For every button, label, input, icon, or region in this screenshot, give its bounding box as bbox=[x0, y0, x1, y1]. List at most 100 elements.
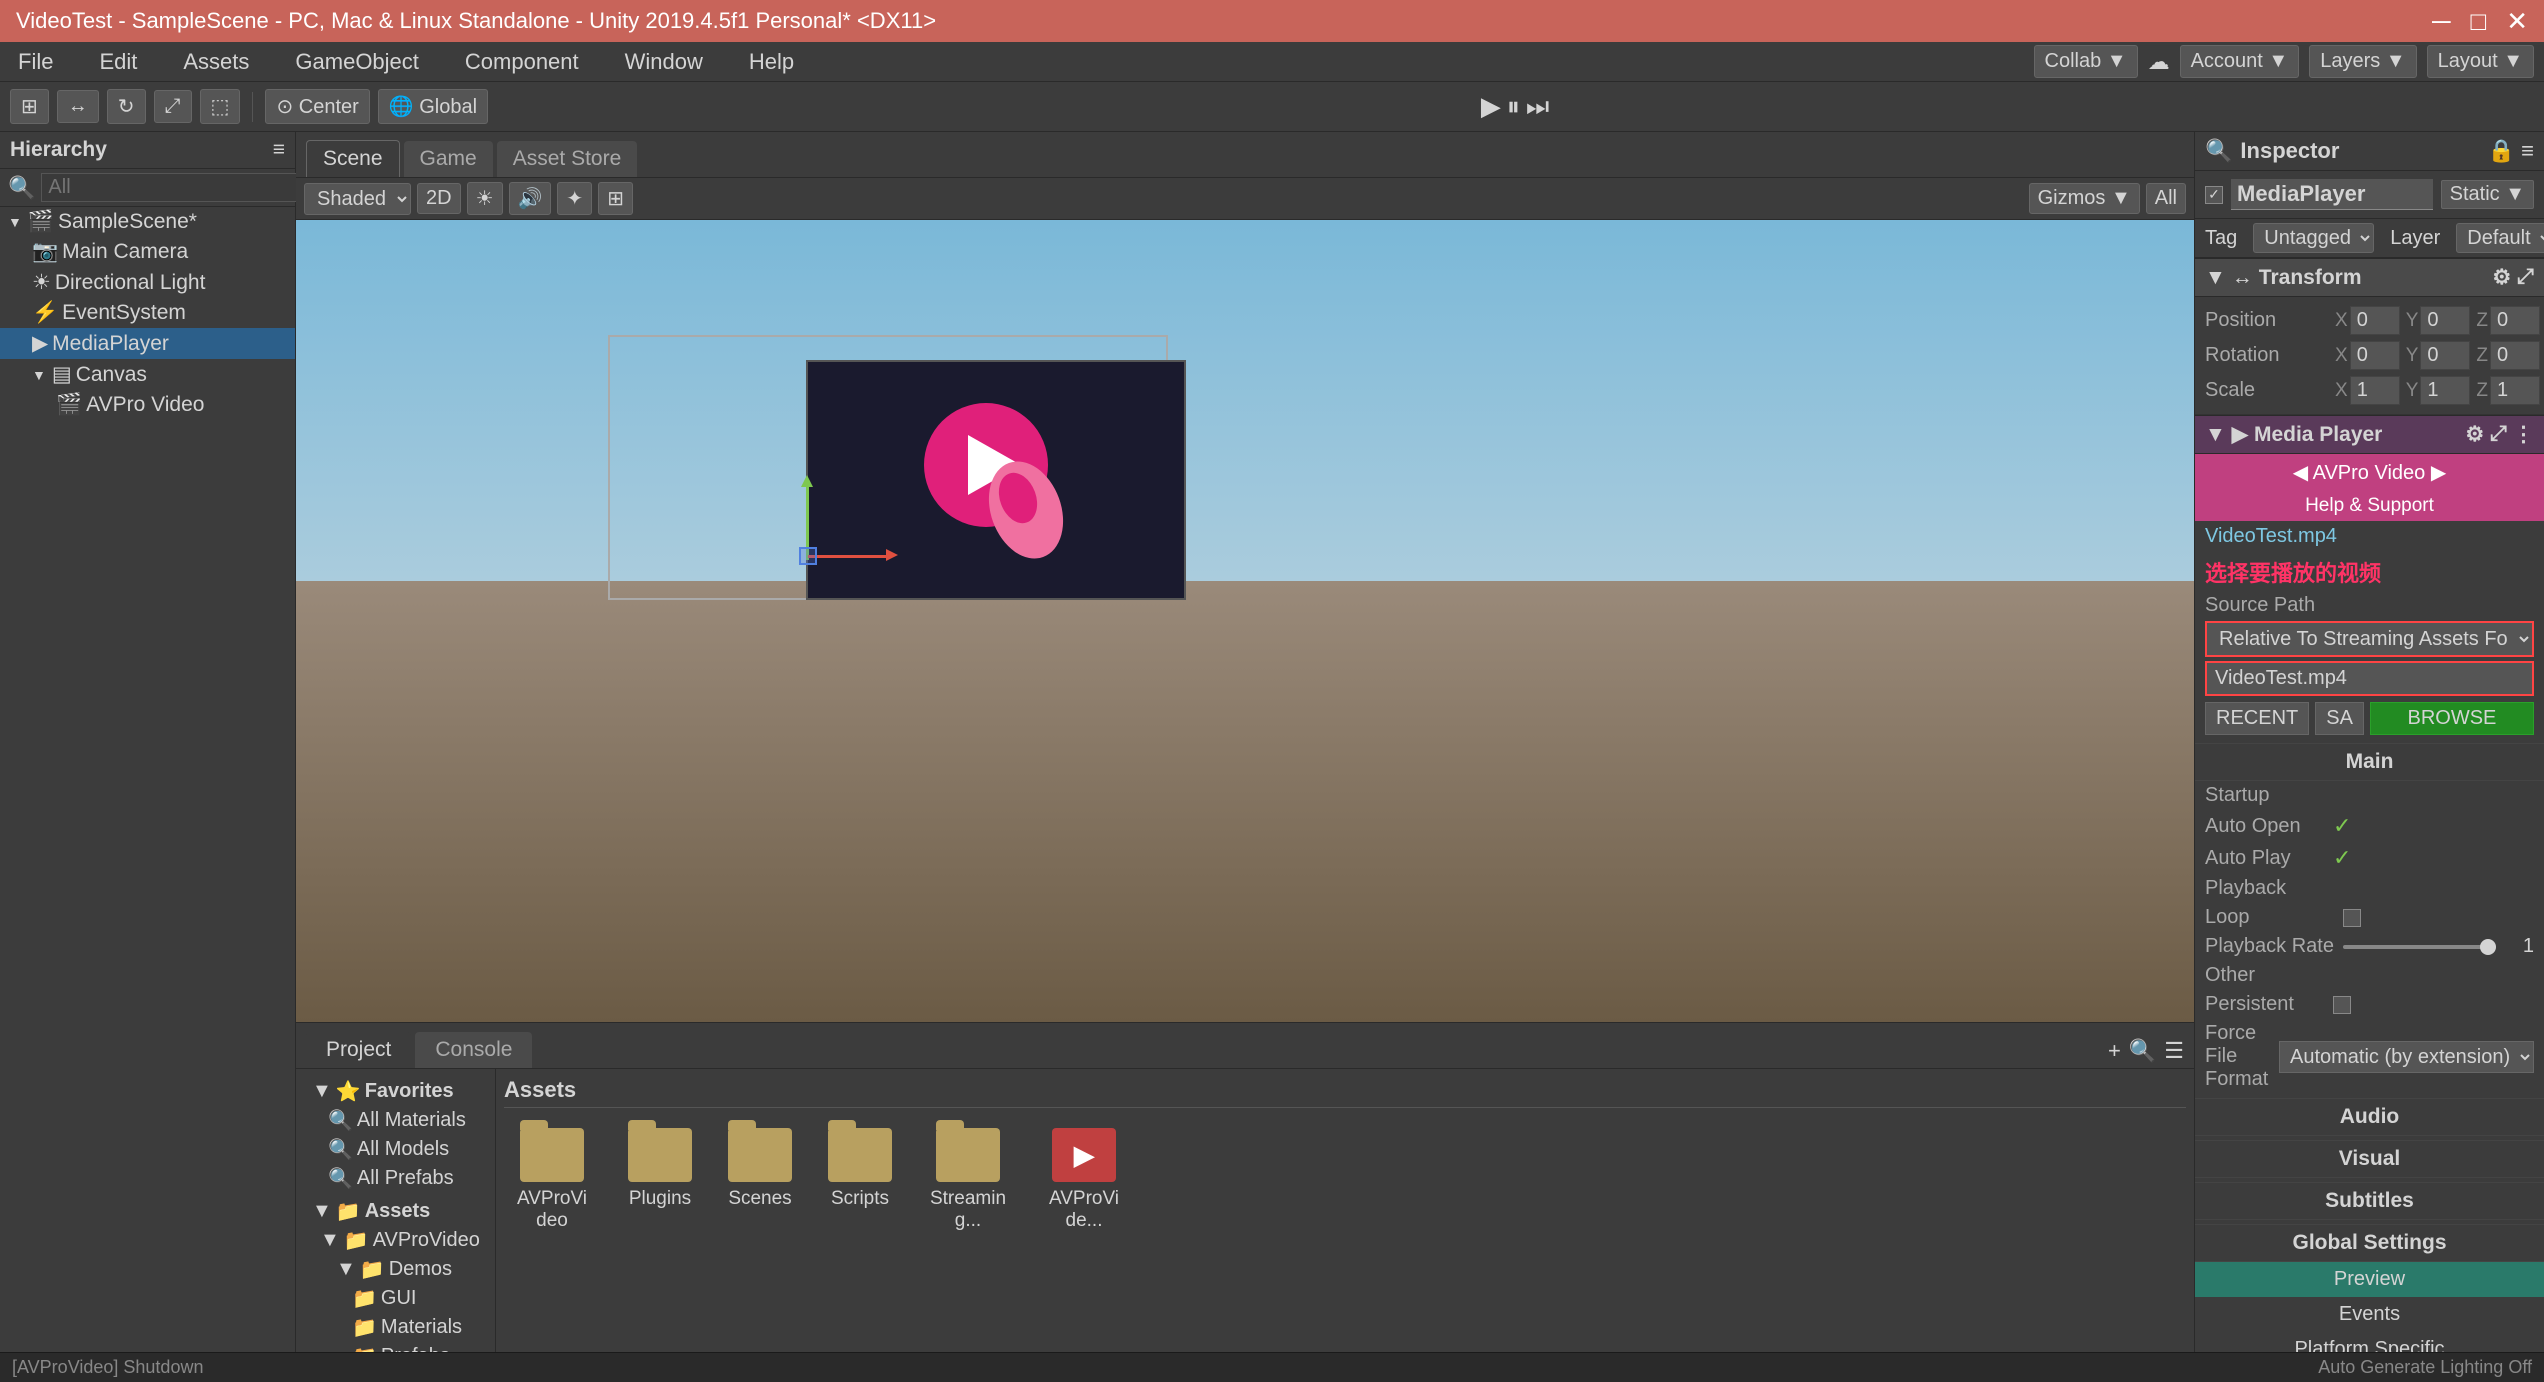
transform-component-header[interactable]: ▼ ↔ Transform ⚙ ⤢ bbox=[2195, 258, 2544, 297]
project-materials[interactable]: 📁Materials bbox=[304, 1313, 487, 1342]
gameobject-name[interactable]: MediaPlayer bbox=[2231, 179, 2433, 210]
grid-button[interactable]: ⊞ bbox=[598, 182, 633, 215]
hierarchy-item-samplescene[interactable]: ▼ 🎬 SampleScene* bbox=[0, 207, 295, 237]
project-assets-root[interactable]: ▼📁Assets bbox=[304, 1197, 487, 1226]
playback-rate-slider[interactable] bbox=[2343, 945, 2496, 949]
asset-avprovideo[interactable]: AVProVideo bbox=[504, 1120, 600, 1240]
transform-expand-btn[interactable]: ⤢ bbox=[2517, 265, 2534, 290]
search-scene-button[interactable]: All bbox=[2146, 183, 2186, 214]
project-prefabs[interactable]: 📁Prefabs bbox=[304, 1342, 487, 1352]
tab-project[interactable]: Project bbox=[306, 1032, 411, 1068]
inspector-lock-icon[interactable]: 🔒 bbox=[2488, 138, 2515, 164]
pause-button[interactable]: ⏸ bbox=[1507, 91, 1520, 123]
scene-viewport[interactable] bbox=[296, 220, 2194, 1022]
project-all-materials[interactable]: 🔍All Materials bbox=[304, 1106, 487, 1135]
menu-assets[interactable]: Assets bbox=[175, 45, 257, 79]
maximize-icon[interactable]: □ bbox=[2470, 6, 2486, 37]
minimize-icon[interactable]: ─ bbox=[2432, 6, 2450, 37]
transform-cog-icon[interactable]: ⚙ bbox=[2492, 265, 2511, 290]
persistent-checkbox[interactable] bbox=[2333, 996, 2351, 1014]
project-all-prefabs[interactable]: 🔍All Prefabs bbox=[304, 1164, 487, 1193]
asset-avprovide-file[interactable]: ▶ AVProVide... bbox=[1036, 1120, 1132, 1240]
static-badge[interactable]: Static ▼ bbox=[2441, 180, 2534, 209]
menu-component[interactable]: Component bbox=[457, 45, 587, 79]
tab-scene[interactable]: Scene bbox=[306, 140, 400, 177]
project-all-models[interactable]: 🔍All Models bbox=[304, 1135, 487, 1164]
project-avprovideo[interactable]: ▼📁AVProVideo bbox=[304, 1226, 487, 1255]
2d-button[interactable]: 2D bbox=[417, 183, 461, 214]
filepath-input[interactable] bbox=[2205, 661, 2534, 696]
rotation-z-input[interactable] bbox=[2490, 341, 2540, 370]
source-path-dropdown[interactable]: Relative To Streaming Assets Folder bbox=[2205, 621, 2534, 657]
hierarchy-item-maincamera[interactable]: 📷 Main Camera bbox=[0, 237, 295, 267]
account-button[interactable]: Account ▼ bbox=[2180, 45, 2300, 78]
mp-expand-btn[interactable]: ⤢ bbox=[2490, 422, 2507, 447]
layout-button[interactable]: Layout ▼ bbox=[2427, 45, 2534, 78]
hierarchy-item-mediaplayer[interactable]: ▶ MediaPlayer bbox=[0, 328, 295, 359]
browse-button[interactable]: BROWSE bbox=[2370, 702, 2534, 735]
menu-window[interactable]: Window bbox=[617, 45, 711, 79]
help-support-banner[interactable]: Help & Support bbox=[2195, 491, 2544, 521]
menu-help[interactable]: Help bbox=[741, 45, 802, 79]
position-x-input[interactable] bbox=[2350, 306, 2400, 335]
effects-button[interactable]: ✦ bbox=[557, 182, 592, 215]
transform-tool-5[interactable]: ⬚ bbox=[200, 89, 241, 124]
menu-edit[interactable]: Edit bbox=[91, 45, 145, 79]
project-gui[interactable]: 📁GUI bbox=[304, 1284, 487, 1313]
lighting-button[interactable]: ☀ bbox=[467, 182, 503, 215]
transform-tool-2[interactable]: ↔ bbox=[57, 90, 99, 123]
hierarchy-item-eventsystem[interactable]: ⚡ EventSystem bbox=[0, 298, 295, 328]
close-icon[interactable]: ✕ bbox=[2506, 6, 2528, 37]
mp-cog-icon[interactable]: ⚙ bbox=[2465, 422, 2484, 447]
position-z-input[interactable] bbox=[2490, 306, 2540, 335]
mediaplayer-scene-object[interactable] bbox=[806, 360, 1186, 600]
step-button[interactable]: ⏭ bbox=[1526, 91, 1549, 123]
hierarchy-item-canvas[interactable]: ▼ ▤ Canvas bbox=[0, 359, 295, 390]
video-ref-link[interactable]: VideoTest.mp4 bbox=[2195, 521, 2544, 552]
project-demos[interactable]: ▼📁Demos bbox=[304, 1255, 487, 1284]
bottom-icon-1[interactable]: + bbox=[2108, 1038, 2121, 1064]
inspector-menu-icon[interactable]: ≡ bbox=[2521, 138, 2534, 164]
collab-button[interactable]: Collab ▼ bbox=[2034, 45, 2138, 78]
gizmos-button[interactable]: Gizmos ▼ bbox=[2029, 183, 2140, 214]
mp-dots-icon[interactable]: ⋮ bbox=[2513, 422, 2534, 447]
scale-z-input[interactable] bbox=[2490, 376, 2540, 405]
gameobject-active-checkbox[interactable] bbox=[2205, 186, 2223, 204]
hierarchy-item-directionallight[interactable]: ☀ Directional Light bbox=[0, 267, 295, 298]
project-favorites[interactable]: ▼ ⭐ Favorites bbox=[304, 1077, 487, 1106]
hierarchy-search-input[interactable] bbox=[41, 173, 320, 202]
audio-button[interactable]: 🔊 bbox=[509, 182, 552, 215]
shading-dropdown[interactable]: Shaded bbox=[304, 183, 411, 215]
transform-tool-3[interactable]: ↻ bbox=[107, 89, 146, 124]
asset-streaming[interactable]: Streaming... bbox=[920, 1120, 1016, 1240]
sa-button[interactable]: SA bbox=[2315, 702, 2364, 735]
hierarchy-menu-icon[interactable]: ≡ bbox=[273, 138, 285, 162]
asset-scenes[interactable]: Scenes bbox=[720, 1120, 800, 1240]
tab-game[interactable]: Game bbox=[404, 141, 493, 177]
layer-dropdown[interactable]: Default bbox=[2456, 223, 2544, 253]
recent-button[interactable]: RECENT bbox=[2205, 702, 2309, 735]
position-y-input[interactable] bbox=[2420, 306, 2470, 335]
preview-button[interactable]: Preview bbox=[2195, 1262, 2544, 1297]
events-button[interactable]: Events bbox=[2195, 1297, 2544, 1332]
transform-tool-1[interactable]: ⊞ bbox=[10, 89, 49, 124]
media-player-component-header[interactable]: ▼ ▶ Media Player ⚙ ⤢ ⋮ bbox=[2195, 415, 2544, 454]
auto-open-check[interactable]: ✓ bbox=[2333, 813, 2351, 839]
force-file-format-dropdown[interactable]: Automatic (by extension) bbox=[2279, 1041, 2534, 1073]
rotation-x-input[interactable] bbox=[2350, 341, 2400, 370]
transform-tool-4[interactable]: ⤢ bbox=[154, 90, 192, 123]
layers-button[interactable]: Layers ▼ bbox=[2309, 45, 2416, 78]
avpro-banner[interactable]: ◀ AVPro Video ▶ bbox=[2195, 454, 2544, 491]
loop-checkbox[interactable] bbox=[2343, 909, 2361, 927]
center-button[interactable]: ⊙ Center bbox=[265, 89, 369, 124]
window-controls[interactable]: ─ □ ✕ bbox=[2432, 6, 2528, 37]
menu-file[interactable]: File bbox=[10, 45, 61, 79]
hierarchy-item-avprovideo[interactable]: 🎬 AVPro Video bbox=[0, 390, 295, 420]
scale-x-input[interactable] bbox=[2350, 376, 2400, 405]
menu-gameobject[interactable]: GameObject bbox=[287, 45, 427, 79]
bottom-icon-2[interactable]: 🔍 bbox=[2129, 1038, 2156, 1064]
asset-plugins[interactable]: Plugins bbox=[620, 1120, 700, 1240]
scale-y-input[interactable] bbox=[2420, 376, 2470, 405]
play-button[interactable]: ▶ bbox=[1481, 91, 1501, 122]
bottom-icon-3[interactable]: ☰ bbox=[2164, 1038, 2184, 1064]
